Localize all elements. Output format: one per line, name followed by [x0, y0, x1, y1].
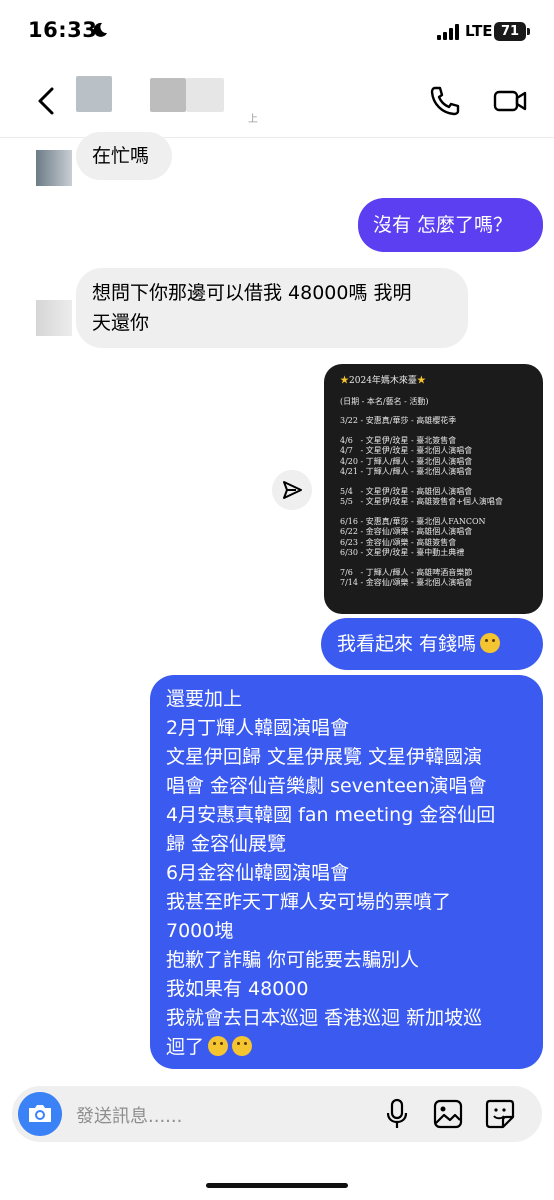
message-text-line: 6月金容仙韓國演唱會 — [166, 862, 350, 884]
message-text-line: 歸 金容仙展覽 — [166, 833, 287, 855]
schedule-line: 4/20 - 丁輝人/輝人 - 臺北個人演唱會 — [340, 456, 473, 466]
message-text-line: 還要加上 — [166, 688, 243, 710]
microphone-icon[interactable] — [384, 1098, 410, 1130]
schedule-line: 4/6 - 文星伊/玟星 - 臺北簽售會 — [340, 435, 457, 445]
battery-tip — [527, 28, 530, 35]
schedule-gap — [340, 427, 543, 436]
image-subtitle: (日期 - 本名/藝名 - 活動) — [340, 396, 429, 406]
schedule-line: 5/4 - 文星伊/玟星 - 高雄個人演唱會 — [340, 486, 473, 496]
message-text-line: 我如果有 48000 — [166, 978, 309, 1000]
video-camera-icon[interactable] — [492, 84, 528, 118]
send-arrow-icon[interactable] — [272, 470, 312, 510]
image-title-text: 2024年媽木來臺 — [349, 376, 417, 386]
schedule-line: 6/22 - 金容仙/頌樂 - 高雄個人演唱會 — [340, 527, 473, 536]
battery-level: 71 — [500, 24, 520, 39]
schedule-list: 3/22 - 安惠真/華莎 - 高雄櫻花季 4/6 - 文星伊/玟星 - 臺北簽售… — [340, 416, 543, 589]
crying-face-emoji — [480, 633, 501, 653]
schedule-line: 7/6 - 丁輝人/輝人 - 高雄啤酒音樂節 — [340, 567, 473, 577]
network-type: LTE — [465, 22, 493, 40]
shared-image[interactable]: ★2024年媽木來臺★ (日期 - 本名/藝名 - 活動) 3/22 - 安惠真… — [324, 364, 543, 614]
message-text: 沒有 怎麼了嗎？ — [373, 214, 513, 236]
chevron-left-icon[interactable] — [30, 84, 64, 118]
message-text-line: 我就會去日本巡迴 香港巡迴 新加坡巡 — [166, 1007, 483, 1029]
message-text-line: 迴了 — [166, 1033, 527, 1062]
message-text-line: 唱會 金容仙音樂劇 seventeen演唱會 — [166, 775, 487, 797]
message-composer: 發送訊息...... — [12, 1086, 542, 1142]
message-text-line: 2月丁輝人韓國演唱會 — [166, 717, 350, 739]
camera-icon[interactable] — [18, 1092, 62, 1136]
schedule-gap — [340, 478, 543, 487]
schedule-line: 4/21 - 丁輝人/輝人 - 臺北個人演唱會 — [340, 467, 473, 476]
sender-avatar[interactable] — [36, 300, 72, 336]
cellular-signal-icon — [437, 24, 459, 40]
message-text-line: 我甚至昨天丁輝人安可場的票噴了 — [166, 891, 452, 913]
schedule-line: 6/23 - 金容仙/頌樂 - 高雄簽售會 — [340, 537, 457, 547]
outgoing-message: 沒有 怎麼了嗎？ — [358, 198, 543, 252]
schedule-line: 3/22 - 安惠真/華莎 - 高雄櫻花季 — [340, 416, 457, 425]
battery-icon: 71 — [494, 22, 526, 41]
image-icon[interactable] — [432, 1098, 464, 1130]
phone-icon[interactable] — [428, 84, 462, 118]
outgoing-message: 我看起來 有錢嗎 — [321, 618, 543, 670]
incoming-message: 在忙嗎 — [76, 132, 172, 180]
star-icon: ★ — [340, 376, 350, 386]
message-text-line: 4月安惠真韓國 fan meeting 金容仙回 — [166, 804, 496, 826]
schedule-gap — [340, 559, 543, 568]
message-text-line: 天還你 — [92, 312, 150, 334]
schedule-line: 5/5 - 文星伊/玟星 - 高雄簽售會+個人演唱會 — [340, 497, 503, 506]
chat-header: 上 — [0, 64, 554, 138]
message-input[interactable]: 發送訊息...... — [76, 1102, 182, 1128]
sticker-icon[interactable] — [484, 1098, 516, 1130]
loudly-crying-face-emoji — [208, 1036, 229, 1056]
status-bar: 16:33 LTE 71 — [0, 0, 554, 64]
message-text: 在忙嗎 — [92, 145, 150, 167]
schedule-line: 7/14 - 金容仙/頌樂 - 臺北個人演唱會 — [340, 578, 473, 587]
incoming-message: 想問下你那邊可以借我 48000嗎 我明 天還你 — [76, 268, 468, 348]
schedule-line: 6/16 - 安惠真/華莎 - 臺北個人FANCON — [340, 516, 486, 526]
status-time: 16:33 — [28, 18, 98, 42]
outgoing-message: 還要加上 2月丁輝人韓國演唱會文星伊回歸 文星伊展覽 文星伊韓國演 唱會 金容仙音樂… — [150, 675, 543, 1069]
home-indicator[interactable] — [206, 1183, 348, 1188]
message-text: 我看起來 有錢嗎 — [337, 633, 477, 655]
redacted-name-part — [186, 78, 224, 112]
message-text-block: 還要加上 2月丁輝人韓國演唱會文星伊回歸 文星伊展覽 文星伊韓國演 唱會 金容仙音樂… — [166, 685, 527, 1062]
star-icon: ★ — [416, 376, 426, 386]
loudly-crying-face-emoji — [232, 1036, 253, 1056]
schedule-gap — [340, 508, 543, 517]
schedule-line: 4/7 - 文星伊/玟星 - 臺北個人演唱會 — [340, 446, 473, 455]
message-text-line: 抱歉了詐騙 你可能要去騙別人 — [166, 949, 420, 971]
message-text-line: 想問下你那邊可以借我 48000嗎 我明 — [92, 282, 412, 304]
schedule-line: 6/30 - 文星伊/玟星 - 臺中動土典禮 — [340, 548, 465, 557]
message-text-line: 文星伊回歸 文星伊展覽 文星伊韓國演 — [166, 746, 483, 768]
header-subtitle: 上 — [248, 114, 258, 125]
message-text-line: 7000塊 — [166, 920, 234, 942]
redacted-avatar[interactable] — [76, 76, 112, 112]
sender-avatar[interactable] — [36, 150, 72, 186]
image-title: ★2024年媽木來臺★ — [340, 376, 543, 387]
do-not-disturb-moon-icon — [93, 22, 107, 37]
redacted-name[interactable] — [150, 78, 186, 112]
